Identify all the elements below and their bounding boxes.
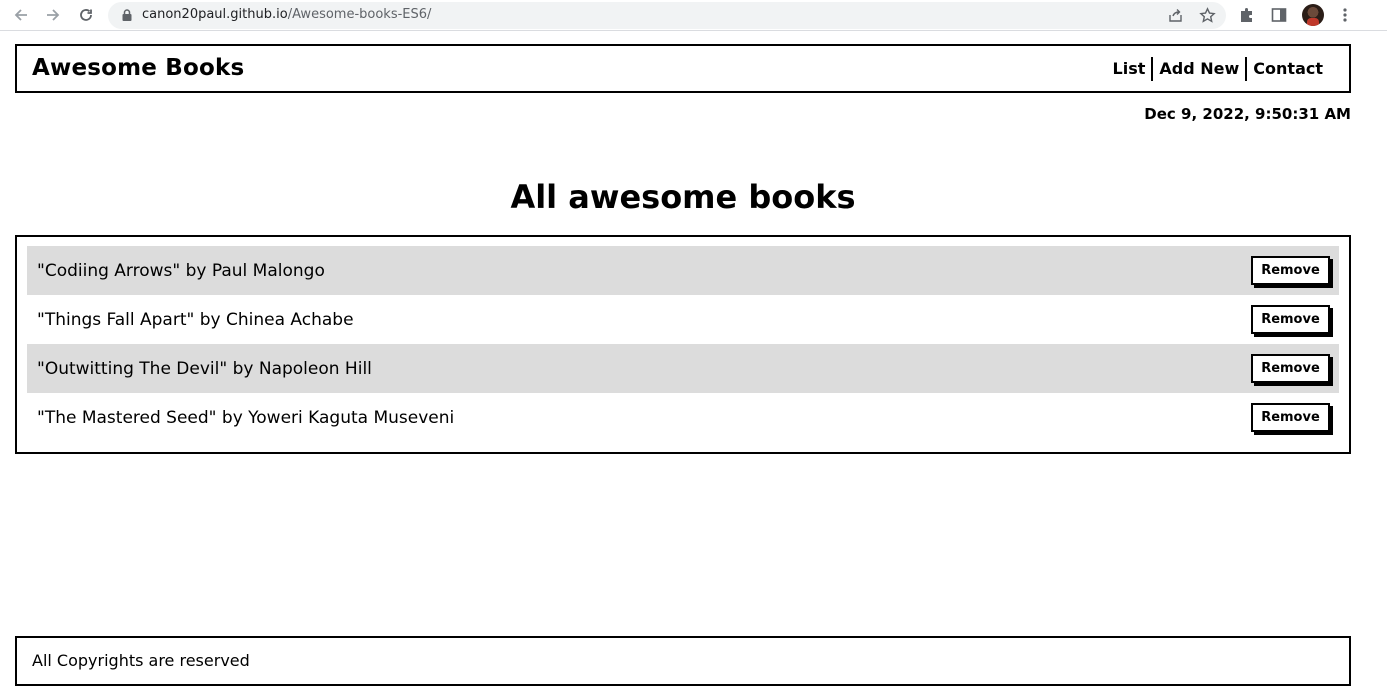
back-arrow-icon[interactable] (10, 4, 32, 26)
browser-toolbar: canon20paul.github.io/Awesome-books-ES6/ (0, 0, 1387, 31)
url-path: /Awesome-books-ES6/ (287, 7, 432, 22)
site-footer: All Copyrights are reserved (15, 636, 1351, 686)
book-item: "Things Fall Apart" by Chinea Achabe Rem… (27, 295, 1339, 344)
remove-book-button[interactable]: Remove (1251, 354, 1330, 383)
copyright-text: All Copyrights are reserved (32, 651, 250, 670)
more-menu-icon[interactable] (1336, 6, 1354, 24)
reload-icon[interactable] (75, 4, 97, 26)
lock-icon (122, 9, 132, 21)
nav-link-list[interactable]: List (1107, 57, 1152, 81)
book-title-author: "Outwitting The Devil" by Napoleon Hill (37, 358, 372, 379)
book-title-author: "The Mastered Seed" by Yoweri Kaguta Mus… (37, 407, 455, 428)
forward-arrow-icon[interactable] (42, 4, 64, 26)
current-datetime: Dec 9, 2022, 9:50:31 AM (1144, 105, 1351, 123)
remove-book-button[interactable]: Remove (1251, 256, 1330, 285)
book-item: "Outwitting The Devil" by Napoleon Hill … (27, 344, 1339, 393)
book-item: "Codiing Arrows" by Paul Malongo Remove (27, 246, 1339, 295)
book-item: "The Mastered Seed" by Yoweri Kaguta Mus… (27, 393, 1339, 442)
book-title-author: "Things Fall Apart" by Chinea Achabe (37, 309, 354, 330)
nav-link-contact[interactable]: Contact (1247, 57, 1329, 81)
site-header: Awesome Books List Add New Contact (15, 44, 1351, 93)
remove-book-button[interactable]: Remove (1251, 403, 1330, 432)
main-nav: List Add New Contact (1107, 57, 1329, 81)
nav-link-add-new[interactable]: Add New (1153, 57, 1245, 81)
remove-book-button[interactable]: Remove (1251, 305, 1330, 334)
page-title: All awesome books (510, 178, 856, 216)
address-bar[interactable]: canon20paul.github.io/Awesome-books-ES6/ (108, 2, 1226, 29)
extensions-puzzle-icon[interactable] (1238, 6, 1256, 24)
share-icon[interactable] (1167, 7, 1184, 24)
bookmark-star-icon[interactable] (1199, 7, 1216, 24)
side-panel-icon[interactable] (1270, 6, 1288, 24)
url-text: canon20paul.github.io/Awesome-books-ES6/ (142, 7, 431, 22)
profile-avatar[interactable] (1302, 4, 1324, 26)
url-host: canon20paul.github.io (142, 7, 288, 22)
book-list: "Codiing Arrows" by Paul Malongo Remove … (15, 235, 1351, 454)
site-brand: Awesome Books (32, 55, 245, 81)
book-title-author: "Codiing Arrows" by Paul Malongo (37, 260, 325, 281)
